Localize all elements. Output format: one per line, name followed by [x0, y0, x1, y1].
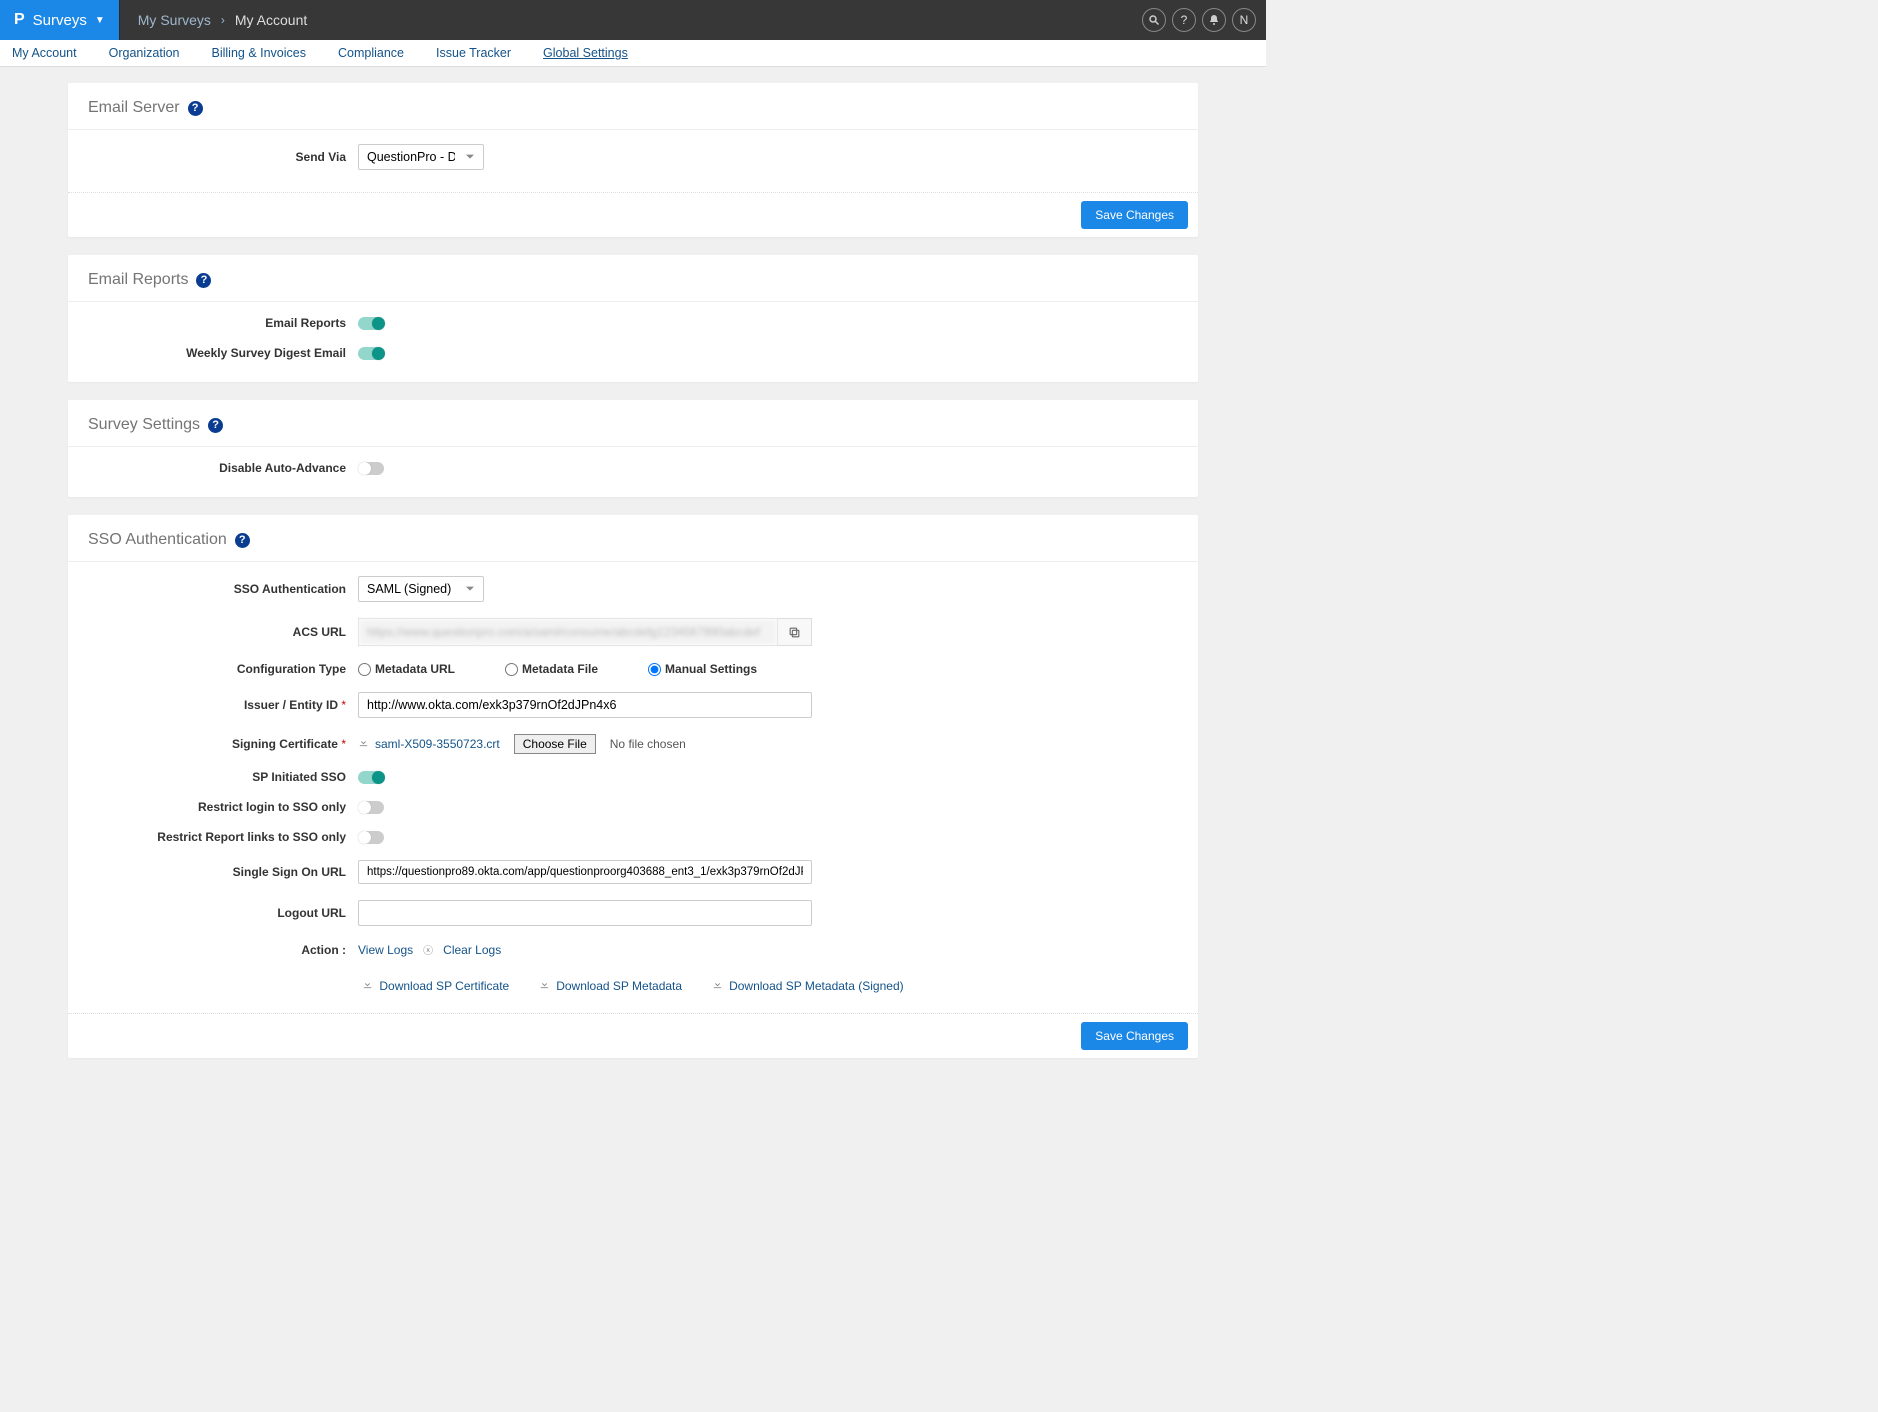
- label-issuer: Issuer / Entity ID *: [88, 698, 346, 712]
- download-icon: [362, 979, 373, 993]
- chevron-down-icon: ▼: [95, 15, 105, 26]
- label-acs-url: ACS URL: [88, 625, 346, 639]
- sso-auth-select[interactable]: SAML (Signed): [358, 576, 484, 602]
- download-icon: [712, 979, 723, 993]
- download-row: Download SP Certificate Download SP Meta…: [88, 965, 1178, 999]
- save-button[interactable]: Save Changes: [1081, 1022, 1188, 1050]
- subnav-compliance[interactable]: Compliance: [334, 43, 408, 63]
- chevron-right-icon: ›: [221, 13, 225, 27]
- toggle-restrict-report[interactable]: [358, 831, 384, 844]
- toggle-disable-autoadvance[interactable]: [358, 462, 384, 475]
- card-survey-settings: Survey Settings ? Disable Auto-Advance: [68, 400, 1198, 497]
- logout-url-input[interactable]: [358, 900, 812, 926]
- label-sso-auth: SSO Authentication: [88, 582, 346, 596]
- subnav-organization[interactable]: Organization: [105, 43, 184, 63]
- toggle-sp-initiated[interactable]: [358, 771, 384, 784]
- clear-logs-link[interactable]: Clear Logs: [443, 943, 501, 957]
- send-via-select[interactable]: QuestionPro - Default: [358, 144, 484, 170]
- download-sp-metadata-signed[interactable]: Download SP Metadata (Signed): [712, 979, 904, 993]
- breadcrumb: My Surveys › My Account: [120, 0, 326, 40]
- download-sp-cert[interactable]: Download SP Certificate: [362, 979, 509, 993]
- acs-url-value: https://www.questionpro.com/a/saml/consu…: [359, 619, 777, 645]
- subnav: My Account Organization Billing & Invoic…: [0, 40, 1266, 67]
- label-restrict-login: Restrict login to SSO only: [88, 800, 346, 814]
- label-weekly-digest: Weekly Survey Digest Email: [88, 346, 346, 360]
- card-email-server: Email Server ? Send Via QuestionPro - De…: [68, 83, 1198, 237]
- radio-metadata-url[interactable]: Metadata URL: [358, 662, 455, 676]
- breadcrumb-current: My Account: [235, 12, 307, 28]
- choose-file-button[interactable]: Choose File: [514, 734, 596, 754]
- toggle-email-reports[interactable]: [358, 317, 384, 330]
- help-icon[interactable]: ?: [188, 101, 203, 116]
- radio-manual-settings[interactable]: Manual Settings: [648, 662, 757, 676]
- subnav-issue-tracker[interactable]: Issue Tracker: [432, 43, 515, 63]
- section-title: Email Reports: [88, 271, 188, 289]
- cert-file-link[interactable]: saml-X509-3550723.crt: [375, 737, 500, 751]
- copy-icon[interactable]: [777, 619, 811, 645]
- section-title: Email Server: [88, 99, 180, 117]
- brand-label: Surveys: [33, 12, 87, 29]
- label-cert: Signing Certificate *: [88, 737, 346, 751]
- section-title: SSO Authentication: [88, 531, 227, 549]
- sso-url-input[interactable]: [358, 860, 812, 884]
- breadcrumb-root[interactable]: My Surveys: [138, 12, 211, 28]
- save-button[interactable]: Save Changes: [1081, 201, 1188, 229]
- download-sp-metadata[interactable]: Download SP Metadata: [539, 979, 682, 993]
- section-title: Survey Settings: [88, 416, 200, 434]
- help-icon[interactable]: ?: [196, 273, 211, 288]
- label-config-type: Configuration Type: [88, 662, 346, 676]
- search-icon[interactable]: [1142, 8, 1166, 32]
- help-icon[interactable]: ?: [208, 418, 223, 433]
- brand-logo: P: [14, 11, 25, 29]
- label-restrict-report: Restrict Report links to SSO only: [88, 830, 346, 844]
- subnav-my-account[interactable]: My Account: [8, 43, 81, 63]
- no-file-label: No file chosen: [610, 737, 686, 751]
- download-icon: [539, 979, 550, 993]
- toggle-restrict-login[interactable]: [358, 801, 384, 814]
- card-sso: SSO Authentication ? SSO Authentication …: [68, 515, 1198, 1058]
- bell-icon[interactable]: [1202, 8, 1226, 32]
- help-icon[interactable]: ?: [1172, 8, 1196, 32]
- label-sp-initiated: SP Initiated SSO: [88, 770, 346, 784]
- download-icon: [358, 737, 369, 751]
- topbar-icons: ? N: [1132, 0, 1266, 40]
- subnav-billing[interactable]: Billing & Invoices: [208, 43, 311, 63]
- content: Email Server ? Send Via QuestionPro - De…: [0, 67, 1266, 1096]
- label-sso-url: Single Sign On URL: [88, 865, 346, 879]
- label-email-reports: Email Reports: [88, 316, 346, 330]
- user-avatar[interactable]: N: [1232, 8, 1256, 32]
- acs-url-box: https://www.questionpro.com/a/saml/consu…: [358, 618, 812, 646]
- label-action: Action :: [88, 943, 346, 957]
- radio-metadata-file[interactable]: Metadata File: [505, 662, 598, 676]
- card-email-reports: Email Reports ? Email Reports Weekly Sur…: [68, 255, 1198, 382]
- label-disable-autoadvance: Disable Auto-Advance: [88, 461, 346, 475]
- topbar: P Surveys ▼ My Surveys › My Account ? N: [0, 0, 1266, 40]
- label-send-via: Send Via: [88, 150, 346, 164]
- help-icon[interactable]: ?: [235, 533, 250, 548]
- issuer-input[interactable]: [358, 692, 812, 718]
- subnav-global-settings[interactable]: Global Settings: [539, 43, 632, 63]
- close-icon: ⓧ: [423, 942, 433, 957]
- brand-tab[interactable]: P Surveys ▼: [0, 0, 120, 40]
- view-logs-link[interactable]: View Logs: [358, 943, 413, 957]
- toggle-weekly-digest[interactable]: [358, 347, 384, 360]
- label-logout-url: Logout URL: [88, 906, 346, 920]
